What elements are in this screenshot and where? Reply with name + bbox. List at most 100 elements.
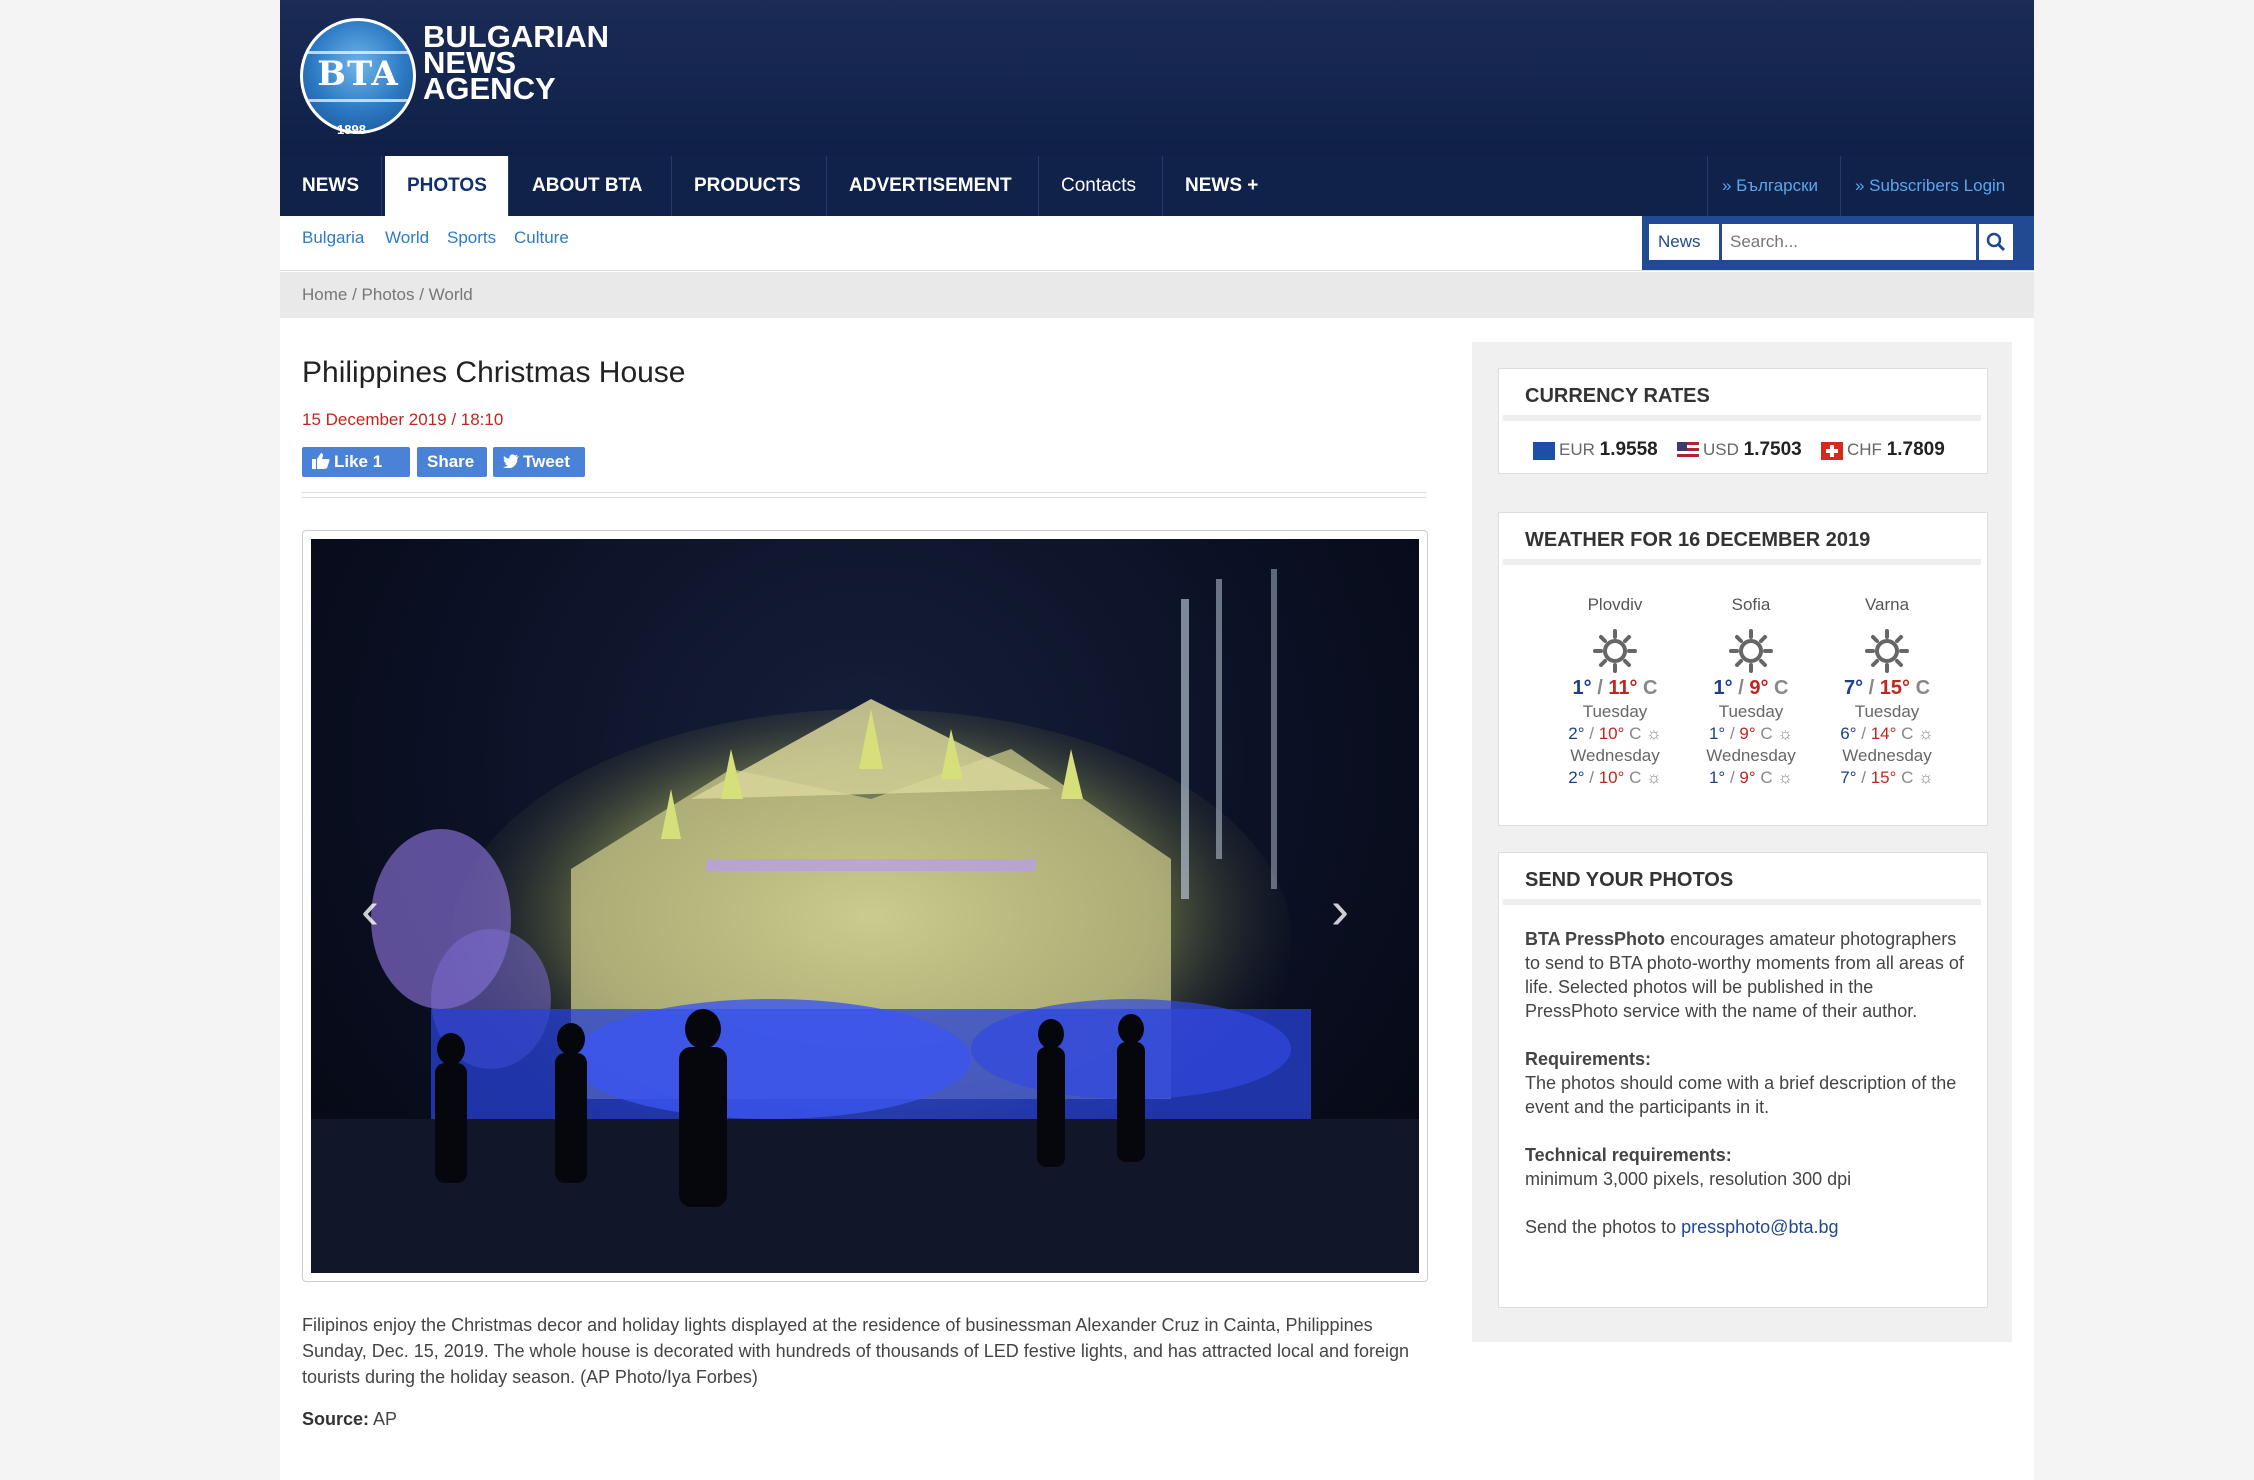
- send-contact: Send the photos to pressphoto@bta.bg: [1525, 1217, 1839, 1237]
- subnav-sports[interactable]: Sports: [447, 228, 496, 248]
- rate-code: USD: [1703, 440, 1739, 459]
- sun-icon: [1729, 629, 1773, 673]
- send-intro: BTA PressPhoto encourages amateur photog…: [1525, 929, 1964, 1021]
- search-icon: [1986, 232, 2006, 252]
- breadcrumb-world[interactable]: World: [429, 285, 473, 304]
- subnav-bulgaria[interactable]: Bulgaria: [302, 228, 364, 248]
- prev-photo-arrow-icon[interactable]: ‹: [361, 879, 379, 941]
- eu-flag-icon: [1533, 441, 1555, 460]
- rate-value: 1.7809: [1886, 439, 1945, 460]
- city-name: Sofia: [1731, 595, 1771, 614]
- nav-photos[interactable]: PHOTOS: [385, 156, 509, 216]
- tweet-label: Tweet: [523, 452, 570, 471]
- send-requirements: Requirements: The photos should come with…: [1525, 1049, 1957, 1117]
- facebook-like-button[interactable]: Like 1: [302, 447, 410, 477]
- weather-city-plovdiv: Plovdiv 1° / 11° C Tuesday 2° / 10° C ☼ …: [1555, 595, 1675, 788]
- source-label: Source:: [302, 1409, 370, 1429]
- logo-line: AGENCY: [423, 71, 556, 106]
- today-temp: 7° / 15° C: [1843, 677, 1931, 699]
- photo-source: Source: AP: [302, 1409, 397, 1430]
- weather-city-sofia: Sofia 1° / 9° C Tuesday 1° / 9° C ☼ Wedn…: [1691, 595, 1811, 788]
- logo-abbr: BTA: [317, 54, 399, 94]
- rate-value: 1.9558: [1599, 439, 1658, 460]
- box-divider: [1503, 899, 1981, 905]
- main-nav: NEWS PHOTOS ABOUT BTA PRODUCTS ADVERTISE…: [280, 156, 2034, 216]
- nav-about-bta[interactable]: ABOUT BTA: [510, 156, 672, 216]
- rate-usd: USD 1.7503: [1677, 439, 1802, 461]
- forecast-day: Wednesday: [1842, 746, 1932, 765]
- next-photo-arrow-icon[interactable]: ›: [1331, 879, 1349, 941]
- breadcrumb: Home / Photos / World: [280, 272, 2034, 318]
- currency-title: CURRENCY RATES: [1525, 385, 1710, 407]
- small-sun-icon: ☼: [1646, 768, 1662, 787]
- nav-news[interactable]: NEWS: [280, 156, 382, 216]
- rate-code: CHF: [1847, 440, 1882, 459]
- us-flag-icon: [1677, 441, 1699, 460]
- site-header: BTA 1898 BULGARIAN NEWS AGENCY: [280, 0, 2034, 156]
- nav-news-plus[interactable]: NEWS +: [1163, 156, 1289, 216]
- email-link[interactable]: pressphoto@bta.bg: [1681, 1217, 1838, 1237]
- forecast-temp: 2° / 10° C ☼: [1568, 768, 1662, 787]
- city-name: Plovdiv: [1587, 595, 1643, 614]
- logo-year: 1898: [337, 122, 366, 137]
- forecast-day: Tuesday: [1854, 702, 1920, 721]
- sub-nav: Bulgaria World Sports Culture News: [280, 216, 2034, 282]
- weather-box: WEATHER FOR 16 DECEMBER 2019 Plovdiv 1° …: [1498, 512, 1988, 826]
- send-photos-text: BTA PressPhoto encourages amateur photog…: [1525, 927, 1965, 1263]
- thumbs-up-icon: [312, 453, 330, 469]
- today-temp: 1° / 9° C: [1713, 677, 1789, 699]
- forecast-temp: 6° / 14° C ☼: [1840, 724, 1934, 743]
- rate-chf: CHF 1.7809: [1821, 439, 1945, 461]
- source-value: AP: [369, 1409, 398, 1429]
- sidebar: CURRENCY RATES EUR 1.9558 USD 1.7503 CHF…: [1472, 342, 2012, 1342]
- rate-eur: EUR 1.9558: [1533, 439, 1658, 461]
- send-photos-box: SEND YOUR PHOTOS BTA PressPhoto encourag…: [1498, 852, 1988, 1308]
- forecast-day: Tuesday: [1582, 702, 1648, 721]
- sun-icon: [1593, 629, 1637, 673]
- nav-advertisement[interactable]: ADVERTISEMENT: [827, 156, 1039, 216]
- small-sun-icon: ☼: [1918, 724, 1934, 743]
- search-bar: News: [1642, 216, 2034, 282]
- currency-rates-box: CURRENCY RATES EUR 1.9558 USD 1.7503 CHF…: [1498, 368, 1988, 474]
- weather-title: WEATHER FOR 16 DECEMBER 2019: [1525, 529, 1871, 551]
- photo-illustration: [311, 569, 1419, 1273]
- subscribers-login-link[interactable]: » Subscribers Login: [1840, 156, 2034, 216]
- breadcrumb-photos[interactable]: Photos: [362, 285, 415, 304]
- sun-icon: [1865, 629, 1909, 673]
- forecast-day: Wednesday: [1706, 746, 1796, 765]
- facebook-share-button[interactable]: Share: [417, 447, 487, 477]
- article-date: 15 December 2019 / 18:10: [302, 410, 504, 429]
- send-photos-title: SEND YOUR PHOTOS: [1525, 869, 1734, 891]
- weather-city-varna: Varna 7° / 15° C Tuesday 6° / 14° C ☼ We…: [1827, 595, 1947, 788]
- breadcrumb-sep: /: [414, 285, 429, 304]
- nav-products[interactable]: PRODUCTS: [672, 156, 827, 216]
- photo-caption: Filipinos enjoy the Christmas decor and …: [302, 1315, 1410, 1387]
- send-tech-requirements: Technical requirements: minimum 3,000 pix…: [1525, 1145, 1852, 1189]
- lang-bulgarian-link[interactable]: » Български: [1707, 156, 1840, 216]
- rate-code: EUR: [1559, 440, 1595, 459]
- search-button[interactable]: [1979, 224, 2013, 260]
- search-input[interactable]: [1722, 224, 1976, 260]
- forecast-day: Wednesday: [1570, 746, 1660, 765]
- christmas-house-photo[interactable]: ‹ ›: [311, 539, 1419, 1273]
- tweet-button[interactable]: Tweet: [493, 447, 585, 477]
- rate-value: 1.7503: [1743, 439, 1802, 460]
- search-category-select[interactable]: News: [1649, 224, 1719, 282]
- article-divider: [302, 492, 1426, 498]
- page: BTA 1898 BULGARIAN NEWS AGENCY NEWS PHOT…: [280, 0, 2034, 1480]
- subnav-world[interactable]: World: [385, 228, 429, 248]
- breadcrumb-sep: /: [347, 285, 362, 304]
- forecast-temp: 1° / 9° C ☼: [1708, 724, 1794, 743]
- small-sun-icon: ☼: [1777, 724, 1794, 743]
- swiss-flag-icon: [1821, 441, 1843, 460]
- subnav-culture[interactable]: Culture: [514, 228, 569, 248]
- bta-logo[interactable]: BTA: [300, 18, 416, 134]
- logo-text[interactable]: BULGARIAN NEWS AGENCY: [423, 21, 609, 106]
- like-label: Like 1: [334, 452, 383, 471]
- forecast-temp: 2° / 10° C ☼: [1568, 724, 1662, 743]
- forecast-temp: 1° / 9° C ☼: [1708, 768, 1794, 787]
- photo-gallery: ‹ ›: [302, 530, 1428, 1282]
- nav-contacts[interactable]: Contacts: [1039, 156, 1163, 216]
- breadcrumb-home[interactable]: Home: [302, 285, 347, 304]
- globe-band: [303, 99, 413, 102]
